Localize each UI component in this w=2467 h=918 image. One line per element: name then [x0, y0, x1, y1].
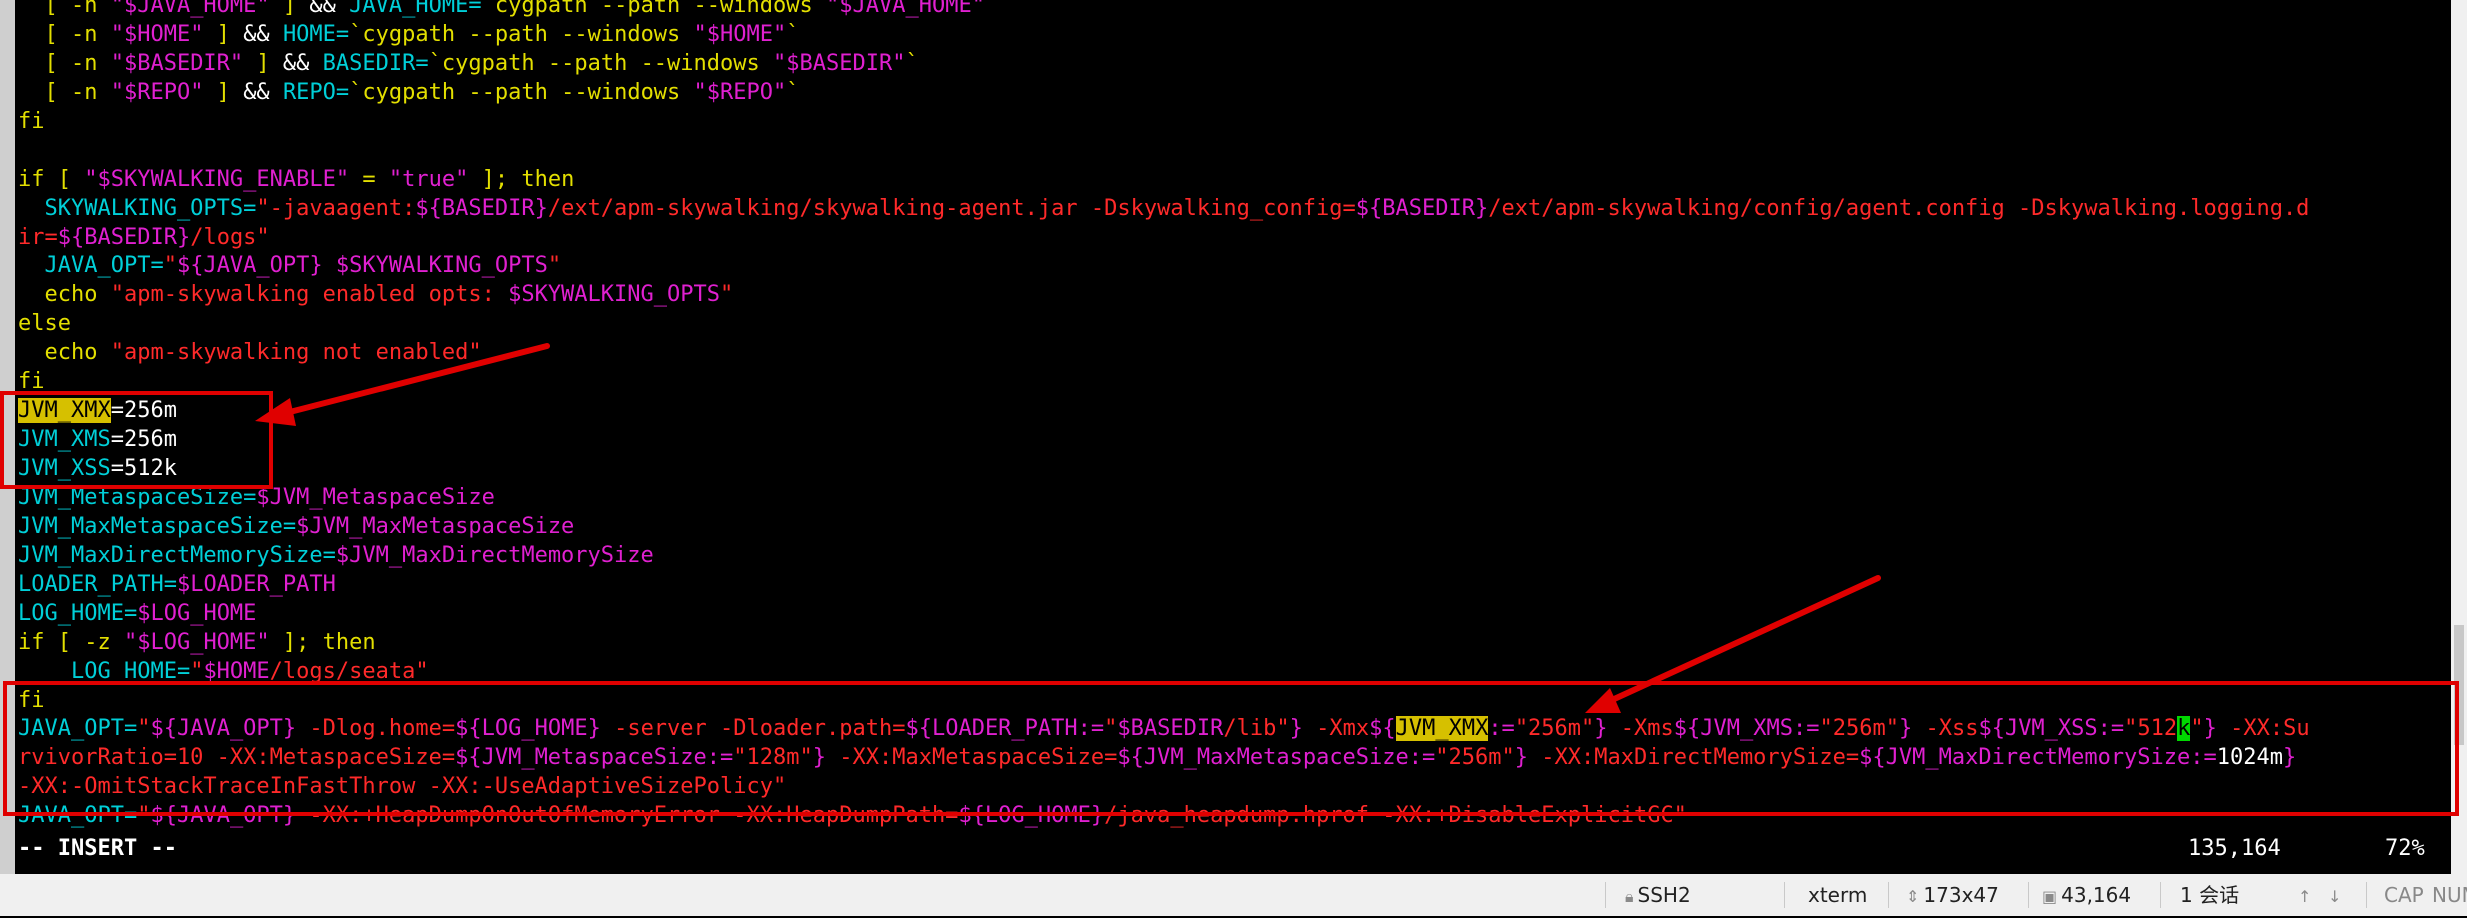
annotation-arrows [255, 343, 1881, 713]
status-terminal-type: xterm [1808, 883, 1868, 907]
scroll-up-icon[interactable]: ↑ [2298, 874, 2315, 916]
status-sessions: 1 会话 [2180, 883, 2240, 907]
terminal-window[interactable]: [ -n "$JAVA_HOME" ] && JAVA_HOME=`cygpat… [0, 0, 2467, 874]
status-divider [1605, 882, 1606, 908]
arrow-up-icon[interactable]: ↑ [2298, 887, 2311, 906]
annotation-arrow-2 [1609, 575, 1881, 703]
status-cursor-label: 43,164 [2061, 883, 2132, 907]
status-cap: CAP [2384, 883, 2424, 907]
vim-scroll-percent: 72% [2385, 836, 2425, 861]
status-size: ⇕ 173x47 [1906, 874, 1999, 916]
lock-icon: 🔒︎ [1625, 887, 1634, 906]
status-cursor: ▣ 43,164 [2042, 874, 2131, 916]
annotation-arrowhead-1 [255, 398, 296, 426]
status-num: NUM [2432, 883, 2467, 907]
status-divider [1784, 882, 1785, 908]
vim-mode-line: -- INSERT -- [18, 836, 177, 861]
scroll-down-icon[interactable]: ↓ [2328, 874, 2345, 916]
arrow-down-icon[interactable]: ↓ [2328, 887, 2341, 906]
resize-icon: ⇕ [1906, 887, 1920, 906]
status-size-label: 173x47 [1923, 883, 1999, 907]
status-divider [2160, 882, 2161, 908]
status-divider [1888, 882, 1889, 908]
status-divider [2028, 882, 2029, 908]
status-protocol-label: SSH2 [1637, 883, 1691, 907]
cursor-position-icon: ▣ [2042, 887, 2058, 906]
vim-cursor-position: 135,164 [2188, 836, 2281, 861]
status-bar: 🔒︎ SSH2 xterm ⇕ 173x47 ▣ 43,164 1 会话 ↑ ↓ CA… [0, 874, 2467, 916]
annotation-arrow-1 [279, 343, 550, 417]
status-protocol: 🔒︎ SSH2 [1625, 874, 1691, 916]
status-divider [2366, 882, 2367, 908]
